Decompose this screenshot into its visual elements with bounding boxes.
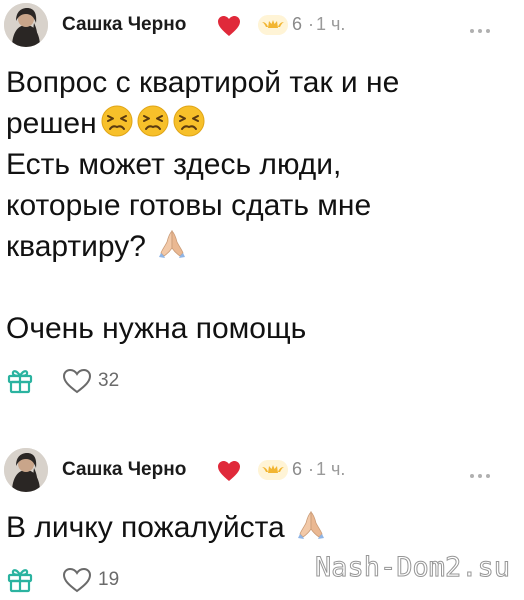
post-actions: 32 <box>6 366 206 398</box>
text-line: Есть может здесь люди, <box>6 148 342 181</box>
level-number: 6 <box>292 14 303 34</box>
gift-icon[interactable] <box>6 565 34 593</box>
more-dots-icon[interactable] <box>470 465 494 483</box>
crown-wings-icon <box>258 15 288 35</box>
post-text: В личку пожалуйста <box>6 507 516 548</box>
text-line: квартиру? <box>6 226 516 267</box>
separator-dot: · <box>308 459 314 479</box>
heart-icon <box>217 15 241 37</box>
heart-outline-icon[interactable] <box>62 567 92 593</box>
folded-hands-emoji <box>295 509 327 541</box>
level-number: 6 <box>292 459 303 479</box>
persevering-face-emoji <box>173 105 205 137</box>
separator-dot: · <box>308 14 314 34</box>
text-line: Вопрос с квартирой так и не <box>6 66 400 99</box>
post-card: Сашка Черно 6 · 1 ч. Вопрос с квартирой … <box>0 0 524 410</box>
author-name[interactable]: Сашка Черно <box>62 14 186 36</box>
text-line: решен <box>6 103 516 144</box>
crown-wings-icon <box>258 460 288 480</box>
persevering-face-emoji <box>101 105 133 137</box>
post-time: 1 ч. <box>316 14 346 34</box>
more-dots-icon[interactable] <box>470 20 494 38</box>
avatar[interactable] <box>4 3 48 47</box>
like-count: 19 <box>98 569 120 590</box>
heart-icon <box>217 460 241 482</box>
post-text: Вопрос с квартирой так и не решен Есть м… <box>6 62 516 349</box>
post-header: Сашка Черно 6 · 1 ч. <box>0 445 524 497</box>
text-line: которые готовы сдать мне <box>6 189 372 222</box>
text-line: Очень нужна помощь <box>6 312 307 345</box>
heart-outline-icon[interactable] <box>62 368 92 394</box>
gift-icon[interactable] <box>6 366 34 394</box>
like-count: 32 <box>98 370 120 391</box>
folded-hands-emoji <box>156 228 188 260</box>
text-line: В личку пожалуйста <box>6 507 516 548</box>
post-time: 1 ч. <box>316 459 346 479</box>
avatar[interactable] <box>4 448 48 492</box>
post-actions: 19 <box>6 565 206 597</box>
persevering-face-emoji <box>137 105 169 137</box>
watermark: Nash-Dom2.su <box>314 552 511 584</box>
post-header: Сашка Черно 6 · 1 ч. <box>0 0 524 52</box>
author-name[interactable]: Сашка Черно <box>62 459 186 481</box>
